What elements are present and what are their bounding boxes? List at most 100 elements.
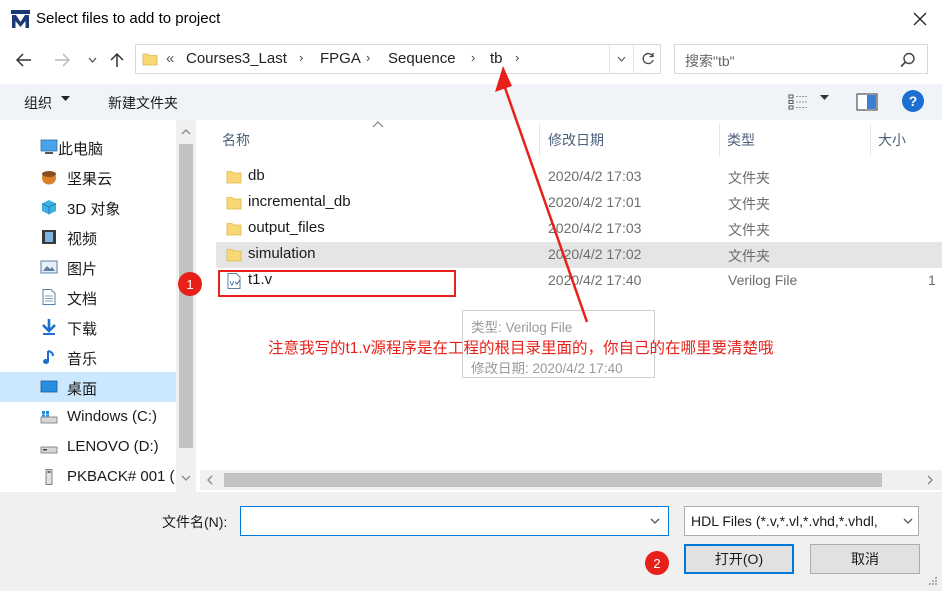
up-button[interactable] (105, 48, 129, 72)
sidebar-item-desktop[interactable]: 桌面 (0, 372, 176, 402)
scroll-right-icon[interactable] (924, 473, 936, 487)
sidebar-item-label: 坚果云 (67, 171, 113, 188)
sidebar-item-label: 文档 (67, 291, 98, 308)
breadcrumb-sequence[interactable]: Sequence (388, 50, 456, 67)
arrow-left-icon (16, 53, 31, 67)
file-list: 名称 修改日期 类型 大小 db 2020/4/2 17:03 文件夹 incr… (196, 120, 942, 492)
breadcrumb-courses3-last[interactable]: Courses3_Last (186, 50, 287, 67)
sidebar-item-videos[interactable]: 视频 (0, 222, 176, 252)
address-bar[interactable]: « Courses3_Last › FPGA › Sequence › tb › (135, 44, 661, 74)
search-icon[interactable] (899, 51, 917, 69)
sidebar-item-music[interactable]: 音乐 (0, 342, 176, 372)
file-name: simulation (248, 245, 316, 262)
command-toolbar: 组织 新建文件夹 ? (0, 84, 942, 120)
search-input[interactable]: 搜索"tb" (674, 44, 928, 74)
file-row-db[interactable]: db 2020/4/2 17:03 文件夹 (216, 164, 942, 190)
sidebar-item-lenovo-d[interactable]: LENOVO (D:) (0, 432, 176, 462)
chevron-right-icon[interactable]: › (471, 50, 475, 65)
caret-down-icon[interactable] (820, 95, 829, 101)
back-button[interactable] (12, 48, 36, 72)
caret-down-icon[interactable] (61, 96, 70, 102)
sidebar-item-windows-c[interactable]: Windows (C:) (0, 402, 176, 432)
column-header-size[interactable]: 大小 (878, 130, 906, 150)
scroll-left-icon[interactable] (204, 473, 216, 487)
sidebar-item-3d-objects[interactable]: 3D 对象 (0, 192, 176, 222)
usb-drive-icon (45, 469, 53, 485)
organize-button[interactable]: 组织 (24, 93, 52, 113)
file-date: 2020/4/2 17:01 (548, 194, 642, 210)
file-row-output-files[interactable]: output_files 2020/4/2 17:03 文件夹 (216, 216, 942, 242)
file-row-simulation[interactable]: simulation 2020/4/2 17:02 文件夹 (216, 242, 942, 268)
music-icon (43, 350, 54, 364)
chevron-down-icon[interactable] (649, 515, 661, 527)
column-divider[interactable] (719, 124, 720, 156)
horizontal-scrollbar[interactable] (200, 470, 942, 490)
file-date: 2020/4/2 17:03 (548, 168, 642, 184)
file-row-incremental-db[interactable]: incremental_db 2020/4/2 17:01 文件夹 (216, 190, 942, 216)
sidebar-item-label: 图片 (67, 261, 98, 278)
column-divider[interactable] (870, 124, 871, 156)
annotation-highlight-box (218, 270, 456, 297)
bottom-panel: 文件名(N): HDL Files (*.v,*.vl,*.vhd,*.vhdl… (0, 492, 942, 591)
scroll-thumb[interactable] (179, 144, 193, 448)
file-size: 1 (928, 272, 936, 288)
breadcrumb-fpga[interactable]: FPGA (320, 50, 361, 67)
chevron-right-icon[interactable]: › (366, 50, 370, 65)
video-icon (42, 230, 56, 244)
tooltip-type: 类型: Verilog File (471, 320, 573, 335)
arrow-right-icon (55, 53, 70, 67)
forward-button[interactable] (50, 48, 74, 72)
file-name: db (248, 167, 265, 184)
file-date: 2020/4/2 17:40 (548, 272, 642, 288)
sidebar-item-nutstore[interactable]: 坚果云 (0, 162, 176, 192)
resize-grip-icon[interactable] (928, 576, 938, 586)
sidebar-item-pkback[interactable]: PKBACK# 001 ( (0, 462, 176, 492)
breadcrumb-overflow[interactable]: « (166, 50, 174, 67)
sidebar-item-this-pc[interactable]: 此电脑 (0, 132, 176, 162)
documents-icon (42, 289, 56, 305)
view-options-icon[interactable] (788, 93, 810, 111)
cancel-button[interactable]: 取消 (810, 544, 920, 574)
help-button[interactable]: ? (902, 90, 924, 112)
file-type-filter-select[interactable]: HDL Files (*.v,*.vl,*.vhd,*.vhdl, (684, 506, 919, 536)
refresh-icon (642, 52, 654, 65)
sidebar-scrollbar[interactable] (176, 120, 196, 492)
scroll-up-icon[interactable] (176, 122, 196, 142)
sidebar-item-label: 下载 (67, 321, 98, 338)
tooltip-date: 修改日期: 2020/4/2 17:40 (471, 361, 623, 376)
close-button[interactable] (904, 4, 936, 34)
sidebar-item-label: 视频 (67, 231, 98, 248)
computer-icon (40, 139, 58, 154)
column-header-date[interactable]: 修改日期 (548, 130, 604, 150)
file-type: 文件夹 (728, 170, 770, 186)
address-dropdown-button[interactable] (609, 45, 633, 73)
sidebar-item-label: PKBACK# 001 ( (67, 468, 175, 485)
sidebar-item-documents[interactable]: 文档 (0, 282, 176, 312)
title-bar: Select files to add to project (0, 0, 942, 38)
file-name: output_files (248, 219, 325, 236)
preview-pane-icon[interactable] (856, 92, 878, 112)
chevron-right-icon[interactable]: › (299, 50, 303, 65)
column-divider[interactable] (539, 124, 540, 156)
scroll-thumb[interactable] (224, 473, 882, 487)
navigation-pane: 此电脑 坚果云 3D 对象 视频 图片 文档 下载 音乐 桌面 Windows … (0, 120, 196, 492)
sidebar-item-downloads[interactable]: 下载 (0, 312, 176, 342)
chevron-right-icon[interactable]: › (515, 50, 519, 65)
3d-objects-icon (41, 200, 57, 215)
scroll-down-icon[interactable] (176, 468, 196, 488)
open-button[interactable]: 打开(O) (684, 544, 794, 574)
sidebar-item-label: Windows (C:) (67, 408, 158, 425)
filename-input[interactable] (240, 506, 669, 536)
app-logo-icon (11, 10, 30, 28)
download-icon (42, 319, 56, 335)
sidebar-item-label: 桌面 (67, 381, 98, 398)
sidebar-item-pictures[interactable]: 图片 (0, 252, 176, 282)
column-header-name[interactable]: 名称 (222, 130, 250, 150)
column-header-type[interactable]: 类型 (727, 130, 755, 150)
recent-locations-button[interactable] (85, 48, 99, 72)
new-folder-button[interactable]: 新建文件夹 (108, 93, 178, 113)
folder-icon (226, 197, 242, 210)
breadcrumb-tb[interactable]: tb (490, 50, 503, 67)
refresh-button[interactable] (633, 45, 661, 73)
sort-ascending-icon (372, 121, 384, 128)
